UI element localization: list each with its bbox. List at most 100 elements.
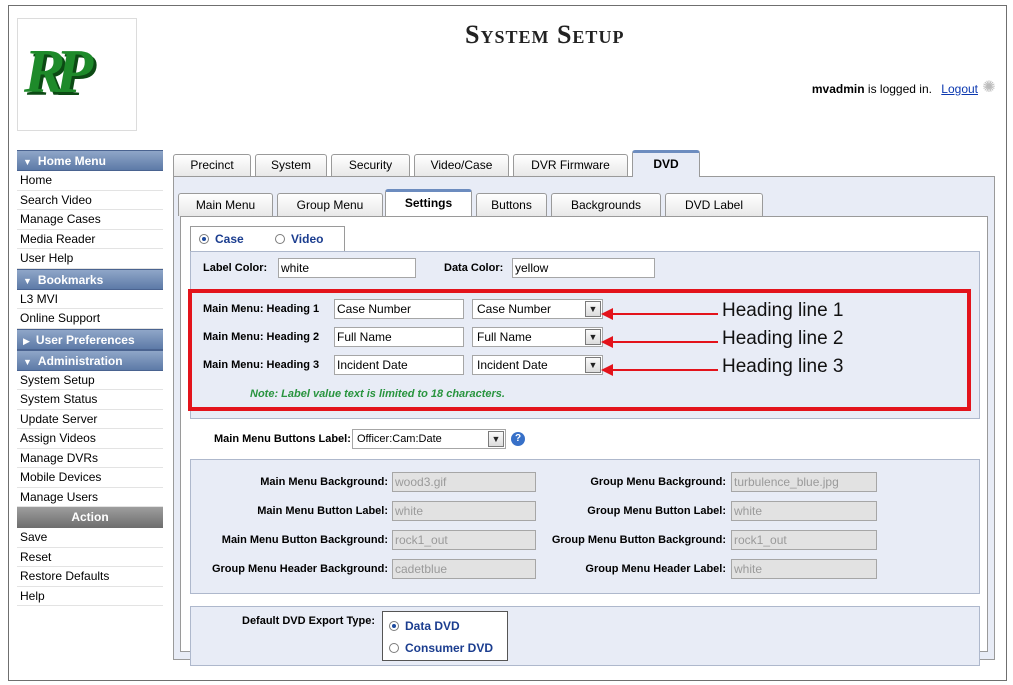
mode-toggle: Case Video (190, 226, 345, 251)
radio-unselected-icon (389, 643, 399, 653)
action-reset[interactable]: Reset (17, 547, 163, 567)
data-color-input[interactable]: yellow (512, 258, 655, 278)
sidebar-section-user-preferences[interactable]: ▶ User Preferences (17, 328, 163, 350)
logout-link[interactable]: Logout (941, 82, 978, 96)
sidebar-item-update-server[interactable]: Update Server (17, 409, 163, 429)
group-menu-button-background-input: rock1_out (731, 530, 877, 550)
main-menu-button-background-input: rock1_out (392, 530, 536, 550)
loading-spinner-icon: ✺ (982, 79, 996, 96)
action-restore-defaults[interactable]: Restore Defaults (17, 567, 163, 587)
chevron-right-icon: ▶ (23, 335, 30, 346)
annotation-heading-2: Heading line 2 (722, 328, 844, 349)
logo-mark: RP (24, 38, 93, 106)
page-title: System Setup (465, 20, 625, 49)
action-save[interactable]: Save (17, 528, 163, 548)
radio-unselected-icon (275, 234, 285, 244)
background-settings-box: Main Menu Background: wood3.gif Group Me… (190, 459, 980, 594)
tab-dvd[interactable]: DVD (632, 150, 700, 177)
label-color-label: Label Color: (203, 262, 268, 274)
group-menu-header-background-input: cadetblue (392, 559, 536, 579)
section-title: Bookmarks (37, 272, 104, 287)
sidebar-item-media-reader[interactable]: Media Reader (17, 229, 163, 249)
main-menu-buttons-label: Main Menu Buttons Label: (214, 433, 351, 445)
arrow-1-line (612, 313, 718, 315)
chevron-down-icon: ▼ (23, 157, 32, 167)
group-menu-header-background-label: Group Menu Header Background: (211, 563, 388, 575)
settings-panel: Case Video Label Color: white Data Color… (180, 216, 988, 666)
group-menu-button-label-label: Group Menu Button Label: (587, 505, 726, 517)
tab-panel: Main Menu Group Menu Settings Buttons Ba… (173, 176, 995, 666)
sidebar: ▼ Home Menu Home Search Video Manage Case… (17, 150, 163, 606)
section-title: Administration (37, 353, 123, 368)
action-help[interactable]: Help (17, 586, 163, 606)
sidebar-item-l3-mvi[interactable]: L3 MVI (17, 289, 163, 309)
subtab-backgrounds[interactable]: Backgrounds (551, 193, 661, 216)
label-color-input[interactable]: white (278, 258, 416, 278)
sidebar-item-manage-users[interactable]: Manage Users (17, 487, 163, 507)
export-type-radio-group: Data DVD Consumer DVD (382, 611, 508, 661)
tab-dvr-firmware[interactable]: DVR Firmware (513, 154, 628, 176)
tab-video-case[interactable]: Video/Case (414, 154, 509, 176)
section-title: Home Menu (37, 154, 106, 168)
sidebar-item-system-setup[interactable]: System Setup (17, 370, 163, 390)
annotation-heading-3: Heading line 3 (722, 356, 844, 377)
subtab-buttons[interactable]: Buttons (476, 193, 547, 216)
sidebar-item-manage-cases[interactable]: Manage Cases (17, 210, 163, 230)
group-menu-header-label-input: white (731, 559, 877, 579)
consumer-dvd-label: Consumer DVD (405, 641, 494, 655)
data-dvd-label: Data DVD (405, 619, 460, 633)
group-menu-button-label-input: white (731, 501, 877, 521)
group-menu-background-label: Group Menu Background: (590, 476, 726, 488)
username: mvadmin (811, 82, 865, 96)
help-icon[interactable]: ? (511, 432, 525, 446)
radio-selected-icon (199, 234, 209, 244)
tab-security[interactable]: Security (331, 154, 410, 176)
main-menu-button-label-label: Main Menu Button Label: (257, 505, 388, 517)
sidebar-item-user-help[interactable]: User Help (17, 249, 163, 269)
tab-precinct[interactable]: Precinct (173, 154, 251, 176)
export-type-label: Default DVD Export Type: (242, 615, 376, 627)
arrow-2-line (612, 341, 718, 343)
buttons-label-value: Officer:Cam:Date (357, 433, 442, 445)
main-menu-buttons-select[interactable]: Officer:Cam:Date ▼ (352, 429, 506, 449)
group-menu-header-label-label: Group Menu Header Label: (585, 563, 726, 575)
export-consumer-dvd-option[interactable]: Consumer DVD (389, 641, 493, 655)
export-data-dvd-option[interactable]: Data DVD (389, 619, 460, 633)
subtab-dvd-label[interactable]: DVD Label (665, 193, 763, 216)
radio-selected-icon (389, 621, 399, 631)
annotation-heading-1: Heading line 1 (722, 300, 844, 321)
chevron-down-icon: ▼ (488, 431, 504, 447)
subtab-main-menu[interactable]: Main Menu (178, 193, 273, 216)
case-radio-option[interactable]: Case (199, 232, 244, 246)
chevron-down-icon: ▼ (23, 356, 32, 367)
sidebar-item-online-support[interactable]: Online Support (17, 309, 163, 329)
main-menu-button-background-label: Main Menu Button Background: (221, 534, 388, 546)
sidebar-item-home[interactable]: Home (17, 171, 163, 191)
sidebar-item-search-video[interactable]: Search Video (17, 190, 163, 210)
export-settings-box: Default DVD Export Type: Data DVD Consum… (190, 606, 980, 666)
sidebar-item-manage-dvrs[interactable]: Manage DVRs (17, 448, 163, 468)
subtab-group-menu[interactable]: Group Menu (277, 193, 383, 216)
sidebar-section-bookmarks[interactable]: ▼ Bookmarks (17, 268, 163, 290)
sidebar-item-mobile-devices[interactable]: Mobile Devices (17, 468, 163, 488)
sidebar-item-assign-videos[interactable]: Assign Videos (17, 429, 163, 449)
login-status: mvadmin is logged in. Logout (812, 82, 978, 96)
main-menu-background-label: Main Menu Background: (260, 476, 388, 488)
video-label: Video (291, 232, 324, 246)
section-title: User Preferences (35, 332, 135, 347)
subtab-settings[interactable]: Settings (385, 189, 472, 217)
sidebar-section-action: Action (17, 507, 163, 528)
video-radio-option[interactable]: Video (275, 232, 323, 246)
main-menu-background-input: wood3.gif (392, 472, 536, 492)
group-menu-background-input: turbulence_blue.jpg (731, 472, 877, 492)
logged-in-text: is logged in. (867, 82, 932, 96)
tab-system[interactable]: System (255, 154, 327, 176)
sidebar-section-home-menu[interactable]: ▼ Home Menu (17, 150, 163, 171)
case-label: Case (215, 232, 244, 246)
sidebar-item-system-status[interactable]: System Status (17, 390, 163, 410)
group-menu-button-background-label: Group Menu Button Background: (551, 534, 726, 546)
data-color-label: Data Color: (444, 262, 504, 274)
sidebar-section-administration[interactable]: ▼ Administration (17, 349, 163, 371)
arrow-3-line (612, 369, 718, 371)
chevron-down-icon: ▼ (23, 275, 32, 286)
